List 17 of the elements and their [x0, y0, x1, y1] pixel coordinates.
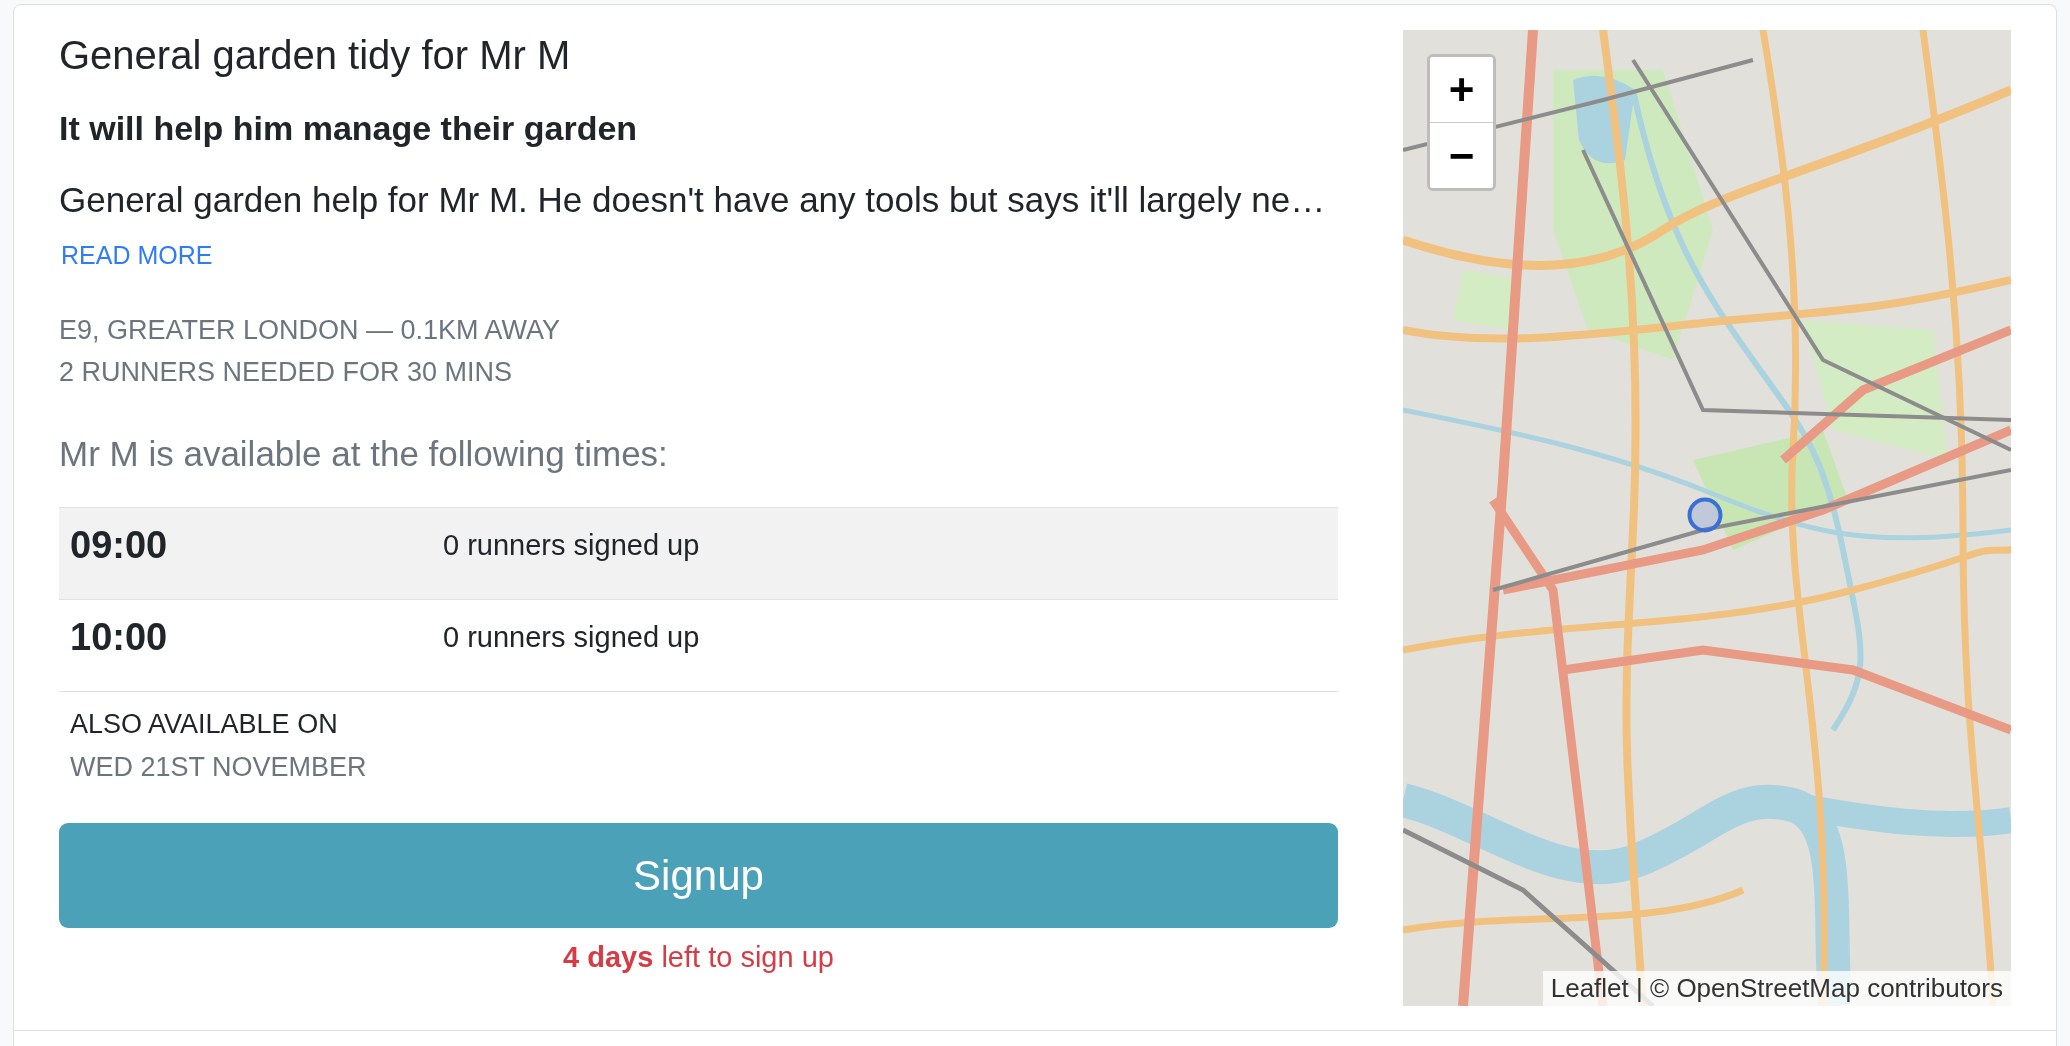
location-text: E9, GREATER LONDON — 0.1KM AWAY	[59, 314, 562, 347]
slot-time: 09:00	[70, 523, 168, 567]
runners-needed-text: 2 RUNNERS NEEDED FOR 30 MINS	[59, 356, 514, 389]
listing-description: General garden help for Mr M. He doesn't have any tools but says it'll largely ne…	[59, 180, 1327, 220]
map-attribution: Leaflet | © OpenStreetMap contributors	[1542, 971, 2011, 1006]
zoom-in-button[interactable]: +	[1430, 57, 1493, 123]
slot-signups: 0 runners signed up	[443, 528, 700, 563]
availability-heading: Mr M is available at the following times:	[59, 433, 669, 475]
location-marker-icon	[1687, 497, 1723, 533]
listing-title: General garden tidy for Mr M	[59, 32, 572, 78]
slot-signups: 0 runners signed up	[443, 620, 700, 655]
slot-time: 10:00	[70, 615, 168, 659]
also-available-label: ALSO AVAILABLE ON	[70, 708, 338, 741]
deadline-text: 4 days left to sign up	[563, 940, 834, 975]
available-date: WED 21ST NOVEMBER	[70, 751, 367, 784]
read-more-link[interactable]: READ MORE	[59, 239, 213, 271]
listing-subtitle: It will help him manage their garden	[59, 108, 639, 148]
